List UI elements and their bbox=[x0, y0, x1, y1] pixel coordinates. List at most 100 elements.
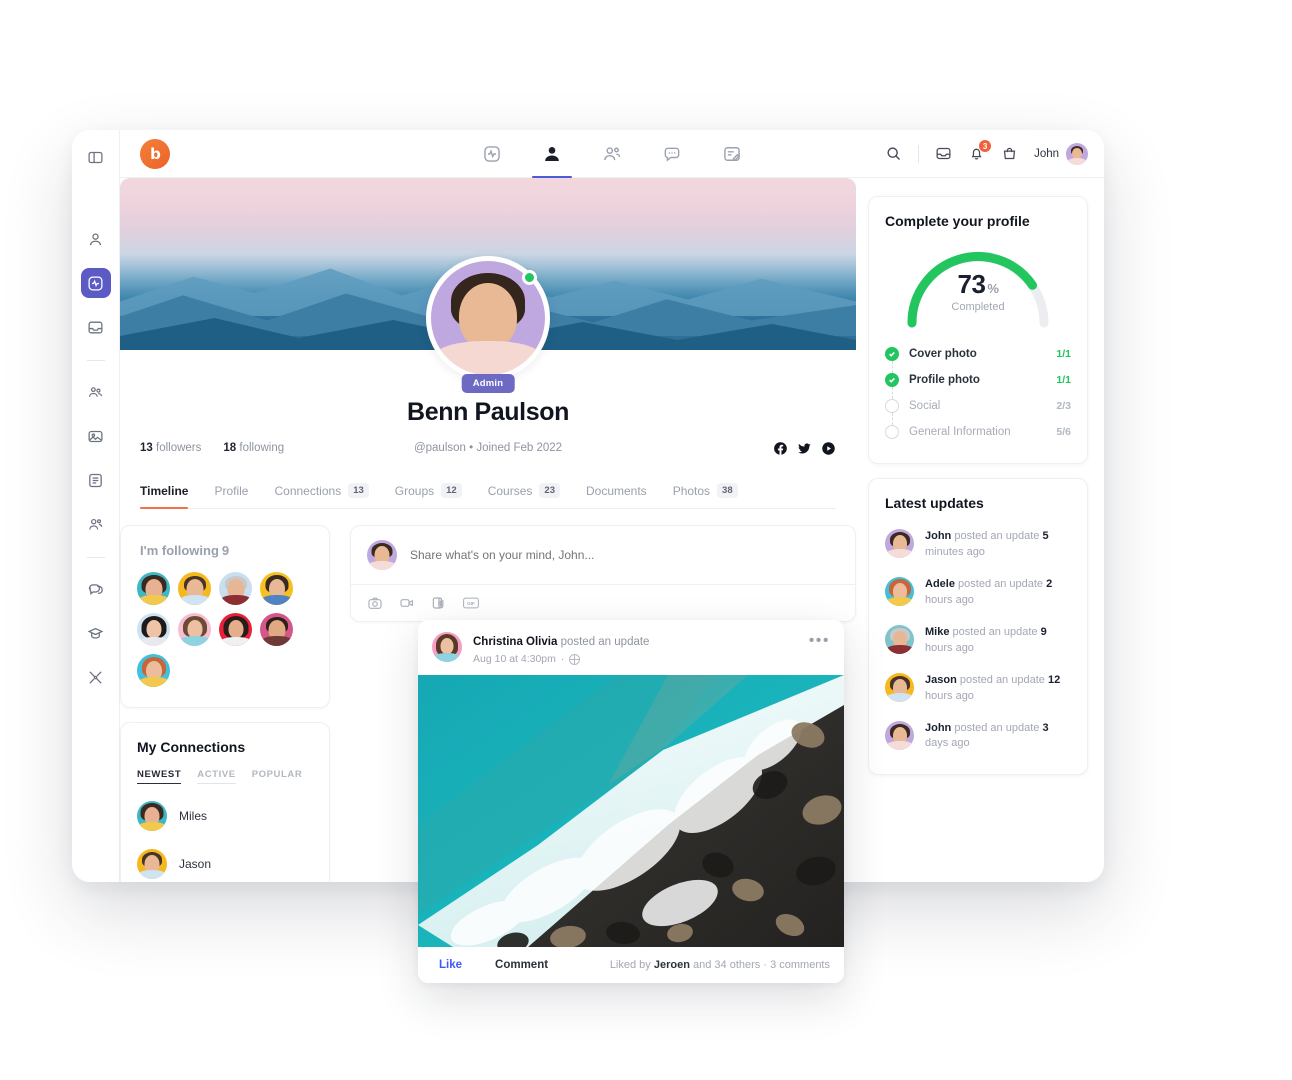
avatar[interactable] bbox=[137, 572, 170, 605]
update-user: Adele bbox=[925, 577, 955, 590]
tab-documents[interactable]: Documents bbox=[586, 484, 647, 508]
attachment-icon[interactable] bbox=[431, 595, 447, 611]
video-icon[interactable] bbox=[399, 595, 415, 611]
avatar[interactable] bbox=[260, 613, 293, 646]
liked-by-user[interactable]: Jeroen bbox=[654, 959, 690, 971]
tab-courses[interactable]: Courses 23 bbox=[488, 483, 560, 508]
gif-icon[interactable]: GIF bbox=[463, 595, 479, 611]
checklist-item-profile-photo[interactable]: Profile photo 1/1 bbox=[885, 367, 1071, 399]
rail-item-profile[interactable] bbox=[81, 224, 111, 254]
followers-stat[interactable]: 13 followers bbox=[140, 442, 201, 454]
more-options-icon[interactable]: ••• bbox=[809, 632, 830, 649]
list-item[interactable]: Jason posted an update 12 hours ago bbox=[885, 665, 1071, 713]
conn-tab-popular[interactable]: POPULAR bbox=[252, 769, 303, 784]
like-button[interactable]: Like bbox=[432, 959, 462, 971]
top-bar: b 3 John bbox=[120, 130, 1104, 178]
search-icon[interactable] bbox=[885, 145, 902, 162]
tab-profile[interactable]: Profile bbox=[214, 484, 248, 508]
checklist-item-cover-photo[interactable]: Cover photo 1/1 bbox=[885, 341, 1071, 373]
comments-count[interactable]: 3 comments bbox=[770, 959, 830, 971]
update-time-unit: hours ago bbox=[925, 641, 974, 654]
panel-toggle-icon[interactable] bbox=[81, 142, 111, 172]
checklist-label: General Information bbox=[909, 426, 1011, 438]
comment-label: Comment bbox=[495, 959, 549, 971]
search-input[interactable] bbox=[410, 548, 839, 562]
completion-checklist: Cover photo 1/1 Profile photo 1/1 Social… bbox=[885, 341, 1071, 445]
avatar[interactable] bbox=[178, 613, 211, 646]
post-author[interactable]: Christina Olivia bbox=[473, 636, 557, 648]
rail-item-documents[interactable] bbox=[81, 465, 111, 495]
user-menu[interactable]: John bbox=[1034, 142, 1088, 165]
topnav-activity[interactable] bbox=[482, 130, 502, 178]
topnav-forums[interactable] bbox=[722, 130, 742, 178]
checklist-item-social[interactable]: Social 2/3 bbox=[885, 393, 1071, 425]
post-header: Christina Olivia posted an update Aug 10… bbox=[418, 620, 844, 675]
latest-updates-card: Latest updates John posted an update 5 m… bbox=[868, 478, 1088, 776]
avatar[interactable] bbox=[178, 572, 211, 605]
update-user: Mike bbox=[925, 625, 950, 638]
inbox-icon[interactable] bbox=[935, 145, 952, 162]
comment-button[interactable]: Comment bbox=[488, 959, 548, 971]
update-text: John posted an update 3 days ago bbox=[925, 721, 1071, 753]
avatar[interactable] bbox=[219, 613, 252, 646]
rail-item-members[interactable] bbox=[81, 509, 111, 539]
complete-profile-card: Complete your profile 73% Completed Cove… bbox=[868, 196, 1088, 464]
update-action: posted an update bbox=[954, 721, 1040, 734]
app-logo[interactable]: b bbox=[140, 138, 170, 169]
avatar[interactable] bbox=[260, 572, 293, 605]
rail-item-photos[interactable] bbox=[81, 421, 111, 451]
topnav-messages[interactable] bbox=[662, 130, 682, 178]
update-action: posted an update bbox=[952, 625, 1038, 638]
list-item[interactable]: Adele posted an update 2 hours ago bbox=[885, 569, 1071, 617]
conn-tab-active[interactable]: ACTIVE bbox=[197, 769, 237, 784]
conn-tab-newest[interactable]: NEWEST bbox=[137, 769, 182, 784]
rail-item-inbox[interactable] bbox=[81, 312, 111, 342]
avatar[interactable] bbox=[137, 654, 170, 687]
tab-groups[interactable]: Groups 12 bbox=[395, 483, 462, 508]
following-stat[interactable]: 18 following bbox=[223, 442, 284, 454]
avatar[interactable] bbox=[137, 613, 170, 646]
rail-item-tools[interactable] bbox=[81, 662, 111, 692]
tab-timeline[interactable]: Timeline bbox=[140, 484, 189, 509]
update-text: Jason posted an update 12 hours ago bbox=[925, 673, 1071, 705]
rail-item-courses[interactable] bbox=[81, 618, 111, 648]
connections-list: Miles Jason Winston bbox=[137, 792, 313, 882]
check-icon bbox=[885, 373, 899, 387]
check-icon bbox=[885, 347, 899, 361]
topnav-members[interactable] bbox=[602, 130, 622, 178]
post-meta-separator: · bbox=[560, 653, 565, 665]
update-time-num: 12 bbox=[1047, 673, 1061, 686]
youtube-icon[interactable] bbox=[821, 441, 836, 456]
profile-meta-row: 13 followers 18 following @paulson • Joi… bbox=[140, 439, 836, 457]
toolbar-divider bbox=[918, 144, 920, 163]
avatar bbox=[885, 720, 914, 750]
update-action: posted an update bbox=[954, 530, 1040, 542]
tab-photos[interactable]: Photos 38 bbox=[673, 483, 738, 508]
connections-filter-tabs: NEWEST ACTIVE POPULAR bbox=[137, 769, 313, 784]
svg-text:GIF: GIF bbox=[467, 601, 475, 606]
bag-icon[interactable] bbox=[1001, 145, 1018, 162]
list-item[interactable]: John posted an update 5 minutes ago bbox=[885, 521, 1071, 569]
rail-item-activity[interactable] bbox=[80, 268, 111, 298]
connections-title: My Connections bbox=[137, 739, 246, 755]
list-item[interactable]: Jason bbox=[137, 840, 313, 882]
list-item[interactable]: John posted an update 3 days ago bbox=[885, 713, 1071, 761]
update-text: Mike posted an update 9 hours ago bbox=[925, 625, 1071, 657]
rail-item-chat[interactable] bbox=[81, 574, 111, 604]
bell-icon[interactable]: 3 bbox=[968, 139, 993, 162]
latest-updates-title: Latest updates bbox=[885, 495, 984, 511]
checklist-item-general-information[interactable]: General Information 5/6 bbox=[885, 419, 1071, 445]
rail-item-groups[interactable] bbox=[81, 377, 111, 407]
avatar bbox=[137, 801, 167, 831]
post-timestamp: Aug 10 at 4:30pm bbox=[473, 653, 556, 665]
post-image[interactable] bbox=[418, 675, 844, 947]
tab-connections[interactable]: Connections 13 bbox=[274, 483, 369, 508]
camera-icon[interactable] bbox=[367, 595, 383, 611]
list-item[interactable]: Mike posted an update 9 hours ago bbox=[885, 617, 1071, 665]
list-item[interactable]: Miles bbox=[137, 792, 313, 840]
facebook-icon[interactable] bbox=[773, 441, 788, 456]
twitter-icon[interactable] bbox=[797, 441, 812, 456]
avatar[interactable] bbox=[432, 632, 462, 662]
avatar[interactable] bbox=[219, 572, 252, 605]
topnav-profile[interactable] bbox=[532, 130, 572, 178]
